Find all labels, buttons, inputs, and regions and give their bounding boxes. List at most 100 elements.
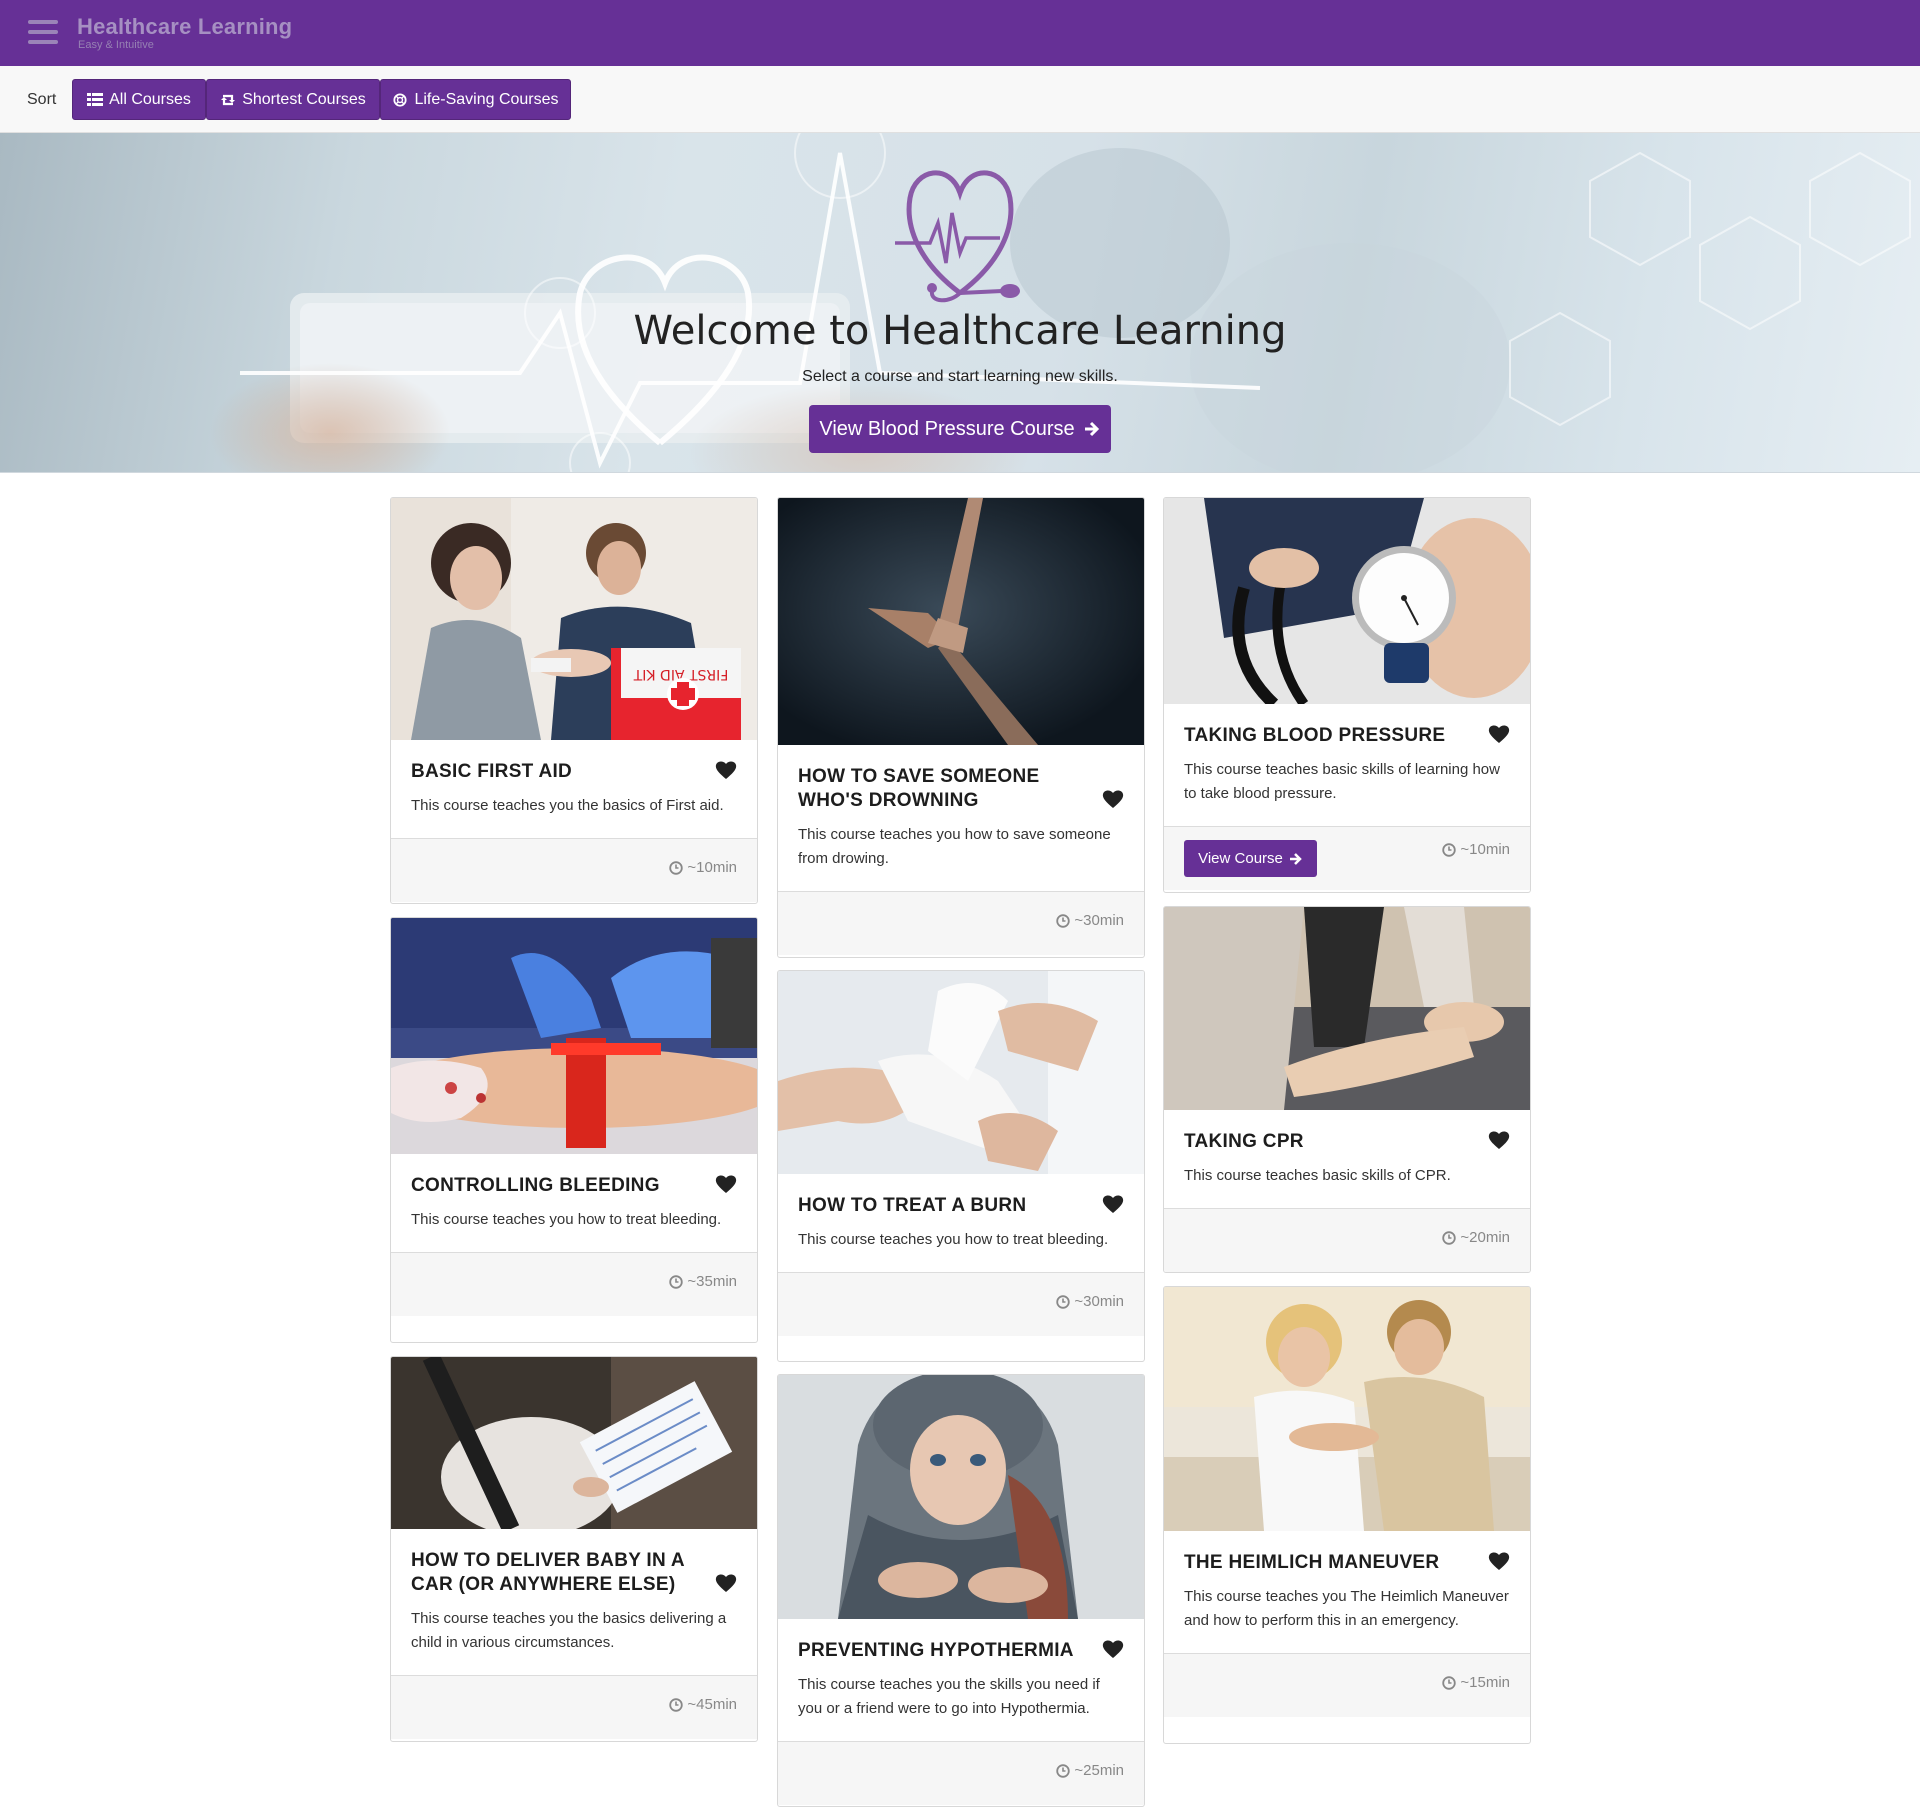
duration-label: ~45min [687, 1696, 737, 1713]
list-icon [87, 92, 104, 106]
sort-life-saving-courses-button[interactable]: Life-Saving Courses [380, 79, 571, 120]
heart-icon[interactable] [1102, 789, 1124, 809]
sort-bar: Sort All Courses Shortest Courses Life-S… [0, 66, 1920, 133]
card-body: Taking CPR This course teaches basic ski… [1164, 1110, 1530, 1208]
hamburger-menu-icon[interactable] [28, 20, 58, 44]
heart-stethoscope-logo [895, 170, 1020, 303]
hero-subtitle: Select a course and start learning new s… [802, 368, 1118, 385]
hero-banner: Welcome to Healthcare Learning Select a … [0, 133, 1920, 473]
bandaging-hand-photo [778, 971, 1144, 1174]
course-description: This course teaches you the basics of Fi… [411, 797, 724, 814]
card-body: How to Save Someone Who's Drowning This … [778, 745, 1144, 891]
top-navbar: Healthcare Learning Easy & Intuitive [0, 0, 1920, 66]
sort-shortest-courses-label: Shortest Courses [242, 90, 366, 108]
course-duration: ~20min [1442, 1229, 1510, 1246]
heart-icon[interactable] [1488, 1130, 1510, 1150]
course-description: This course teaches basic skills of CPR. [1184, 1167, 1451, 1184]
heart-icon[interactable] [1488, 724, 1510, 744]
blood-pressure-gauge-photo [1164, 498, 1530, 704]
course-duration: ~35min [669, 1273, 737, 1290]
clock-icon [1056, 913, 1071, 928]
arrow-right-icon [1289, 852, 1302, 865]
card-footer: ~35min [391, 1252, 757, 1316]
course-card-deliver-baby[interactable]: How to Deliver Baby in a Car (or Anywher… [390, 1356, 758, 1742]
card-footer: ~30min [778, 1272, 1144, 1336]
course-duration: ~30min [1056, 1293, 1124, 1310]
course-card-taking-cpr[interactable]: Taking CPR This course teaches basic ski… [1163, 906, 1531, 1273]
sort-life-saving-courses-label: Life-Saving Courses [414, 90, 559, 108]
heart-icon[interactable] [1102, 1194, 1124, 1214]
course-description: This course teaches you how to save some… [798, 826, 1111, 867]
course-description: This course teaches you how to treat ble… [798, 1231, 1109, 1248]
hero-title: Welcome to Healthcare Learning [633, 308, 1287, 354]
course-title[interactable]: How to Save Someone Who's Drowning [798, 765, 1124, 813]
course-card-taking-blood-pressure[interactable]: Taking Blood Pressure This course teache… [1163, 497, 1531, 893]
course-title[interactable]: Basic First Aid [411, 760, 737, 784]
duration-label: ~20min [1460, 1229, 1510, 1246]
course-description: This course teaches you the skills you n… [798, 1676, 1100, 1717]
course-duration: ~45min [669, 1696, 737, 1713]
card-footer: View Course ~10min [1164, 826, 1530, 890]
tourniquet-photo [391, 918, 757, 1154]
course-title[interactable]: How to Treat a Burn [798, 1194, 1124, 1218]
course-card-preventing-hypothermia[interactable]: Preventing Hypothermia This course teach… [777, 1374, 1145, 1807]
course-duration: ~15min [1442, 1674, 1510, 1691]
card-footer: ~30min [778, 891, 1144, 955]
clock-icon [669, 860, 684, 875]
retweet-icon [221, 94, 236, 105]
pregnant-woman-photo [391, 1357, 757, 1529]
course-description: This course teaches you how to treat ble… [411, 1211, 722, 1228]
course-title[interactable]: The Heimlich Maneuver [1184, 1551, 1510, 1575]
brand-title[interactable]: Healthcare Learning [77, 14, 292, 40]
sort-shortest-courses-button[interactable]: Shortest Courses [206, 79, 380, 120]
course-card-basic-first-aid[interactable]: FIRST AID KIT Basic First Aid This cours… [390, 497, 758, 904]
course-description: This course teaches you The Heimlich Man… [1184, 1588, 1509, 1629]
card-body: Controlling Bleeding This course teaches… [391, 1154, 757, 1252]
course-title[interactable]: Taking CPR [1184, 1130, 1510, 1154]
clock-icon [1442, 1675, 1457, 1690]
duration-label: ~15min [1460, 1674, 1510, 1691]
course-card-save-drowning[interactable]: How to Save Someone Who's Drowning This … [777, 497, 1145, 958]
view-course-label: View Course [1198, 850, 1283, 867]
card-footer: ~45min [391, 1675, 757, 1739]
course-title[interactable]: How to Deliver Baby in a Car (or Anywher… [411, 1549, 737, 1597]
heart-icon[interactable] [1488, 1551, 1510, 1571]
view-blood-pressure-course-button[interactable]: View Blood Pressure Course [809, 405, 1111, 453]
heimlich-photo [1164, 1287, 1530, 1531]
card-footer: ~10min [391, 838, 757, 902]
duration-label: ~30min [1074, 1293, 1124, 1310]
card-body: How to Treat a Burn This course teaches … [778, 1174, 1144, 1272]
card-body: Basic First Aid This course teaches you … [391, 740, 757, 838]
course-card-controlling-bleeding[interactable]: Controlling Bleeding This course teaches… [390, 917, 758, 1343]
reaching-hands-photo [778, 498, 1144, 745]
course-card-heimlich-maneuver[interactable]: The Heimlich Maneuver This course teache… [1163, 1286, 1531, 1744]
clock-icon [1056, 1763, 1071, 1778]
course-title[interactable]: Preventing Hypothermia [798, 1639, 1124, 1663]
sort-all-courses-button[interactable]: All Courses [72, 79, 206, 120]
heart-icon[interactable] [715, 760, 737, 780]
duration-label: ~10min [687, 859, 737, 876]
heart-icon[interactable] [715, 1573, 737, 1593]
course-duration: ~30min [1056, 912, 1124, 929]
course-title[interactable]: Taking Blood Pressure [1184, 724, 1510, 748]
hero-button-label: View Blood Pressure Course [819, 417, 1075, 440]
course-card-treat-burn[interactable]: How to Treat a Burn This course teaches … [777, 970, 1145, 1362]
view-course-button[interactable]: View Course [1184, 840, 1317, 877]
clock-icon [1442, 1230, 1457, 1245]
arrow-right-icon [1084, 421, 1099, 437]
course-title[interactable]: Controlling Bleeding [411, 1174, 737, 1198]
heart-icon[interactable] [715, 1174, 737, 1194]
cold-woman-photo [778, 1375, 1144, 1619]
heart-icon[interactable] [1102, 1639, 1124, 1659]
duration-label: ~25min [1074, 1762, 1124, 1779]
cpr-training-photo [1164, 907, 1530, 1110]
duration-label: ~35min [687, 1273, 737, 1290]
lifebuoy-icon [393, 92, 408, 107]
clock-icon [1056, 1294, 1071, 1309]
course-duration: ~25min [1056, 1762, 1124, 1779]
brand-subtitle: Easy & Intuitive [78, 39, 154, 51]
course-description: This course teaches you the basics deliv… [411, 1610, 727, 1651]
course-duration: ~10min [1442, 841, 1510, 858]
clock-icon [1442, 842, 1457, 857]
card-body: Preventing Hypothermia This course teach… [778, 1619, 1144, 1741]
